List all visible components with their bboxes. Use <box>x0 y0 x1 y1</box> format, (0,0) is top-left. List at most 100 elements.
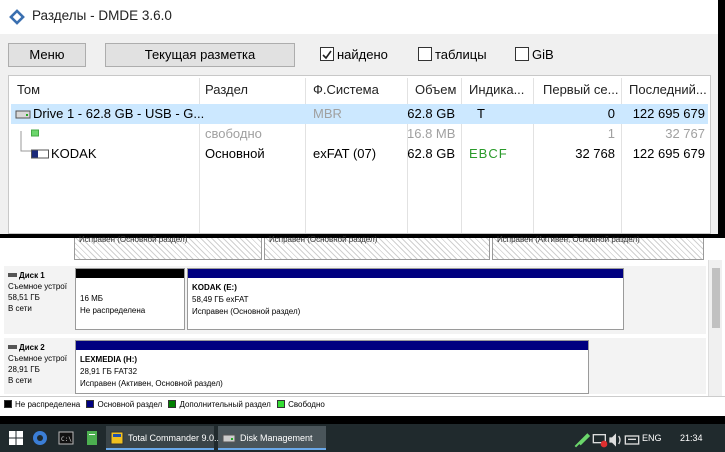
column-divider <box>461 78 462 233</box>
volume-size: 58,49 ГБ exFAT <box>192 295 249 304</box>
keyboard-layout-icon[interactable] <box>624 432 640 448</box>
column-divider <box>199 78 200 233</box>
task-label: Total Commander 9.0... <box>128 433 222 443</box>
last-sector: 122 695 679 <box>632 146 705 161</box>
volume-status: Исправен (Основной раздел) <box>269 235 378 244</box>
partitions-table: Том Раздел Ф.Система Объем Индика... Пер… <box>8 75 711 234</box>
disk-2-row[interactable]: Диск 2 Съемное устрої 28,91 ГБ В сети LE… <box>4 338 706 394</box>
column-header-volume[interactable]: Том <box>17 82 40 97</box>
volume-color-bar <box>188 269 623 278</box>
legend-label: Основной раздел <box>97 400 163 409</box>
clock[interactable]: 21:34 <box>680 424 703 452</box>
free-space-size: 16.8 MB <box>407 126 456 141</box>
gib-checkbox[interactable] <box>515 47 529 61</box>
kodak-volume[interactable]: KODAK (E:) 58,49 ГБ exFAT Исправен (Осно… <box>187 268 624 330</box>
taskbar: C:\ Total Commander 9.0... Disk Manageme… <box>0 424 725 452</box>
legend: Не распределена Основной раздел Дополнит… <box>0 396 725 413</box>
window-title: Разделы - DMDE 3.6.0 <box>32 8 172 23</box>
column-header-size[interactable]: Объем <box>415 82 456 97</box>
disk-name: Диск 2 <box>19 343 45 352</box>
taskbar-total-commander[interactable]: Total Commander 9.0... <box>106 426 222 450</box>
free-space-label: свободно <box>205 126 262 141</box>
volume-strip: Исправен (Основной раздел) <box>74 235 262 260</box>
dmde-window: Разделы - DMDE 3.6.0 Меню Текущая размет… <box>0 0 718 234</box>
column-header-partition[interactable]: Раздел <box>205 82 248 97</box>
legend-label: Дополнительный раздел <box>179 400 271 409</box>
disk-size: 28,91 ГБ <box>8 365 40 374</box>
volume-status: Исправен (Активен, Основной раздел) <box>80 379 223 388</box>
legend-swatch-unallocated <box>4 400 12 408</box>
svg-text:C:\: C:\ <box>61 436 72 443</box>
disk-name: Диск 1 <box>19 271 45 280</box>
volume-name: KODAK (E:) <box>192 283 237 292</box>
legend-swatch-free <box>277 400 286 408</box>
volume-name: LEXMEDIA (H:) <box>80 355 138 364</box>
gib-checkbox-label: GiB <box>532 47 554 62</box>
legend-label: Свободно <box>288 400 325 409</box>
disk-status: В сети <box>8 376 32 385</box>
drive-indicator: T <box>477 106 485 121</box>
volume-text: 16 МБ Не распределена <box>80 293 145 317</box>
legend-swatch-primary <box>86 400 95 408</box>
volume-strip: Исправен (Основной раздел) <box>264 235 490 260</box>
total-commander-icon <box>110 431 124 445</box>
column-header-first-sector[interactable]: Первый се... <box>543 82 619 97</box>
kodak-volume-name: KODAK <box>51 146 97 161</box>
disk-type: Съемное устрої <box>8 282 67 291</box>
volume-status: Исправен (Основной раздел) <box>79 235 188 244</box>
column-header-filesystem[interactable]: Ф.Система <box>313 82 379 97</box>
first-sector: 32 768 <box>575 146 615 161</box>
volume-size: 16 МБ <box>80 294 104 303</box>
unallocated-volume[interactable]: 16 МБ Не распределена <box>75 268 185 330</box>
volume-size: 28,91 ГБ FAT32 <box>80 367 138 376</box>
column-header-indicator[interactable]: Индика... <box>469 82 524 97</box>
disk-icon <box>8 345 17 349</box>
column-header-last-sector[interactable]: Последний... <box>629 82 707 97</box>
scrollbar-thumb[interactable] <box>712 268 720 328</box>
command-prompt-icon[interactable]: C:\ <box>58 430 74 446</box>
disk-management-icon <box>222 434 236 443</box>
vertical-scrollbar[interactable]: ▾ <box>708 260 722 412</box>
column-divider <box>305 78 306 233</box>
notes-icon[interactable] <box>84 430 100 446</box>
drive-icon <box>15 110 31 119</box>
tables-checkbox[interactable] <box>418 47 432 61</box>
partition-icon <box>31 149 49 159</box>
safely-remove-hardware-icon[interactable] <box>574 432 590 448</box>
last-sector: 32 767 <box>665 126 705 141</box>
taskbar-disk-management[interactable]: Disk Management <box>218 426 326 450</box>
start-windows-icon[interactable] <box>8 430 24 446</box>
legend-swatch-extended <box>168 400 177 408</box>
volume-text: KODAK (E:) 58,49 ГБ exFAT Исправен (Осно… <box>192 282 300 318</box>
disk-type: Съемное устрої <box>8 354 67 363</box>
volume-strip: Исправен (Активен, Основной раздел) <box>492 235 704 260</box>
partition-type: Основной <box>205 146 265 161</box>
tables-checkbox-label: таблицы <box>435 47 487 62</box>
language-indicator[interactable]: ENG <box>642 424 662 452</box>
current-layout-button[interactable]: Текущая разметка <box>105 43 295 67</box>
volume-status: Исправен (Активен, Основной раздел) <box>497 235 640 244</box>
dmde-app-icon <box>9 9 25 25</box>
drive-name: Drive 1 - 62.8 GB - USB - G... <box>33 106 205 121</box>
menu-button[interactable]: Меню <box>8 43 86 67</box>
disk-1-row[interactable]: Диск 1 Съемное устрої 58,51 ГБ В сети 16… <box>4 266 706 334</box>
lexmedia-volume[interactable]: LEXMEDIA (H:) 28,91 ГБ FAT32 Исправен (А… <box>75 340 589 394</box>
disk-2-info: Диск 2 Съемное устрої 28,91 ГБ В сети <box>8 342 78 386</box>
volume-color-bar <box>76 341 588 350</box>
found-checkbox-label: найдено <box>337 47 388 62</box>
disk-1-info: Диск 1 Съемное устрої 58,51 ГБ В сети <box>8 270 78 314</box>
task-label: Disk Management <box>240 433 313 443</box>
volume-text: LEXMEDIA (H:) 28,91 ГБ FAT32 Исправен (А… <box>80 354 223 390</box>
found-checkbox[interactable] <box>320 47 334 61</box>
partition-indicator: EBCF <box>469 146 508 161</box>
partition-scheme: MBR <box>313 106 342 121</box>
partition-size: 62.8 GB <box>407 146 455 161</box>
disk-management-pane: Исправен (Основной раздел) Исправен (Осн… <box>0 235 725 416</box>
network-warning-icon[interactable] <box>592 432 608 448</box>
cortana-icon[interactable] <box>32 430 48 446</box>
volume-speaker-icon[interactable] <box>608 432 624 448</box>
legend-label: Не распределена <box>15 400 81 409</box>
active-indicator <box>106 448 214 450</box>
filesystem: exFAT (07) <box>313 146 377 161</box>
first-sector: 1 <box>607 126 615 141</box>
